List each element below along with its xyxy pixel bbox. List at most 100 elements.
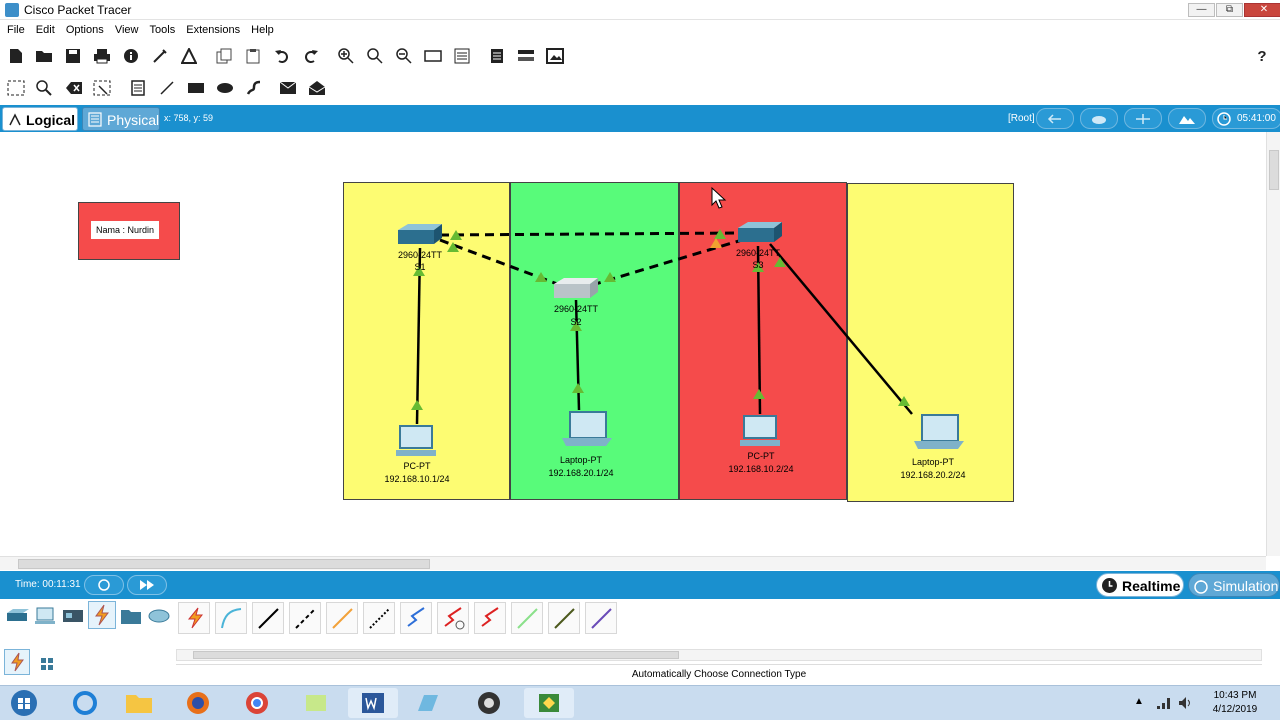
switch-s3-icon[interactable] [738,222,782,242]
place-note-icon[interactable] [128,78,148,98]
palette-scrollbar[interactable] [176,649,1262,661]
phone-cable-icon[interactable] [363,602,395,634]
network-status-icon[interactable] [1156,696,1172,713]
tab-logical[interactable]: Logical [2,107,78,131]
obs-icon[interactable] [464,688,514,718]
system-clock[interactable]: 10:43 PM 4/12/2019 [1200,689,1270,717]
realtime-mode-button[interactable]: Realtime [1096,573,1184,597]
set-tiled-background-button[interactable] [1168,108,1206,129]
zoom-out-icon[interactable] [394,46,414,66]
back-button[interactable] [1036,108,1074,129]
packet-tracer-taskbar-icon[interactable] [524,688,574,718]
help-icon[interactable]: ? [1252,46,1272,66]
category-miscellaneous-icon[interactable] [118,603,144,629]
laptop-2-icon[interactable] [914,414,964,449]
freeform-icon[interactable] [244,78,264,98]
iot-custom-cable-icon[interactable] [548,602,580,634]
tray-show-hidden-icon[interactable]: ▲ [1134,696,1144,707]
custom-device-dialog-icon[interactable] [452,46,472,66]
add-simple-pdu-icon[interactable] [278,78,298,98]
simulation-mode-button[interactable]: Simulation [1188,573,1280,597]
subcategory-connections-icon[interactable] [4,649,30,675]
palette-scroll-thumb[interactable] [193,651,679,659]
vertical-scroll-thumb[interactable] [1269,150,1279,190]
switch-s1-icon[interactable] [398,224,442,244]
file-explorer-icon[interactable] [114,688,164,718]
fiber-icon[interactable] [326,602,358,634]
screenshot-icon[interactable] [545,46,565,66]
link-s1-s3[interactable] [439,231,741,237]
redo-icon[interactable] [301,46,321,66]
menu-file[interactable]: File [7,24,25,36]
info-icon[interactable] [121,46,141,66]
viewport-clock[interactable]: 05:41:00 [1212,108,1280,129]
category-end-devices-icon[interactable] [32,603,58,629]
sticky-notes-icon[interactable] [291,688,341,718]
link-s3-laptop2[interactable] [769,243,913,415]
menu-help[interactable]: Help [251,24,274,36]
tab-physical[interactable]: Physical [82,107,160,131]
maximize-button[interactable]: ⧉ [1216,3,1243,17]
workspace-horizontal-scrollbar[interactable] [0,556,1266,570]
print-icon[interactable] [92,46,112,66]
inspect-icon[interactable] [34,78,54,98]
close-button[interactable]: ✕ [1244,3,1280,17]
draw-line-icon[interactable] [157,78,177,98]
add-complex-pdu-icon[interactable] [307,78,327,98]
save-icon[interactable] [63,46,83,66]
octal-cable-icon[interactable] [511,602,543,634]
activity-wizard-icon[interactable] [179,46,199,66]
copy-icon[interactable] [214,46,234,66]
serial-dce-icon[interactable] [437,602,469,634]
zoom-in-icon[interactable] [336,46,356,66]
category-multiuser-icon[interactable] [146,603,172,629]
new-file-icon[interactable] [6,46,26,66]
paste-icon[interactable] [243,46,263,66]
copper-straight-through-icon[interactable] [252,602,284,634]
minimize-button[interactable]: — [1188,3,1215,17]
open-folder-icon[interactable] [34,46,54,66]
horizontal-scroll-thumb[interactable] [18,559,430,569]
draw-rectangle-icon[interactable] [186,78,206,98]
category-components-icon[interactable] [60,603,86,629]
media-app-icon[interactable] [403,688,453,718]
menu-edit[interactable]: Edit [36,24,55,36]
pdu-list-icon[interactable] [516,46,536,66]
serial-dte-icon[interactable] [474,602,506,634]
cluster-button[interactable] [1080,108,1118,129]
auto-connection-icon[interactable] [178,602,210,634]
menu-view[interactable]: View [115,24,139,36]
menu-options[interactable]: Options [66,24,104,36]
fast-forward-button[interactable] [127,575,167,595]
logical-workspace[interactable]: Nama : Nurdin 2960-24TT S1 2960-24TT S2 … [0,132,1266,556]
usb-cable-icon[interactable] [585,602,617,634]
category-network-devices-icon[interactable] [4,603,30,629]
root-breadcrumb[interactable]: [Root] [1008,113,1035,124]
internet-explorer-icon[interactable] [60,688,110,718]
drawing-palette-icon[interactable] [423,46,443,66]
firefox-icon[interactable] [173,688,223,718]
volume-icon[interactable] [1178,696,1194,713]
console-cable-icon[interactable] [215,602,247,634]
power-cycle-button[interactable] [84,575,124,595]
category-connections-icon[interactable] [88,601,116,629]
switch-s2-icon[interactable] [554,278,598,298]
pc-2-icon[interactable] [740,415,780,446]
resize-shape-icon[interactable] [92,78,112,98]
menu-extensions[interactable]: Extensions [186,24,240,36]
move-object-button[interactable] [1124,108,1162,129]
pc-1-icon[interactable] [396,425,436,456]
laptop-1-icon[interactable] [562,411,612,446]
delete-icon[interactable] [64,78,84,98]
draw-ellipse-icon[interactable] [215,78,235,98]
chrome-icon[interactable] [232,688,282,718]
network-wizard-icon[interactable] [150,46,170,66]
select-icon[interactable] [6,78,26,98]
start-button-icon[interactable] [4,688,44,718]
menu-tools[interactable]: Tools [150,24,176,36]
view-command-log-icon[interactable] [487,46,507,66]
zoom-reset-icon[interactable] [365,46,385,66]
coaxial-icon[interactable] [400,602,432,634]
word-icon[interactable] [348,688,398,718]
workspace-vertical-scrollbar[interactable] [1266,132,1280,556]
